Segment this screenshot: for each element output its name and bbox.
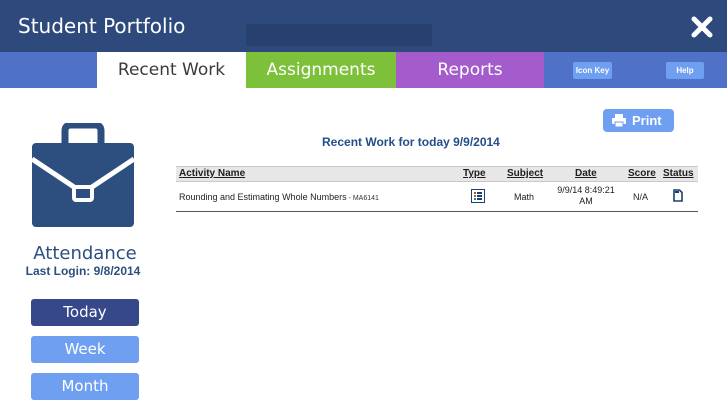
printer-icon [612,114,626,127]
score-cell: N/A [633,192,649,202]
print-button[interactable]: Print [603,109,674,132]
month-button[interactable]: Month [31,373,139,400]
tab-reports[interactable]: Reports [396,52,544,88]
title-bar: Student Portfolio [0,0,727,52]
recent-work-table: Activity Name Type Subject Date Score St… [176,166,698,212]
activity-name[interactable]: Rounding and Estimating Whole Numbers [179,192,347,202]
column-header-activity[interactable]: Activity Name [179,168,245,179]
help-button[interactable]: Help [666,62,704,79]
table-row[interactable]: Rounding and Estimating Whole Numbers - … [176,182,698,212]
icon-key-button[interactable]: Icon Key [573,62,612,79]
date-cell-line2: AM [579,196,593,206]
last-login-text: Last Login: 9/8/2014 [25,264,141,278]
activity-code: - MA6141 [346,195,379,202]
tab-bar: Recent Work Assignments Reports Icon Key… [0,52,727,88]
week-button[interactable]: Week [31,336,139,363]
worksheet-icon[interactable] [471,189,485,203]
briefcase-icon [32,123,134,227]
today-button[interactable]: Today [31,299,139,326]
close-icon[interactable] [691,16,713,38]
column-header-date[interactable]: Date [575,168,597,179]
document-icon[interactable] [673,189,683,202]
activity-name-cell[interactable]: Rounding and Estimating Whole Numbers - … [179,192,379,202]
table-header: Activity Name Type Subject Date Score St… [176,166,698,182]
column-header-status[interactable]: Status [663,168,694,179]
date-cell-line1: 9/9/14 8:49:21 [557,185,615,195]
column-header-subject[interactable]: Subject [507,168,543,179]
column-header-type[interactable]: Type [463,168,486,179]
title-placeholder-bar [246,24,432,46]
column-header-score[interactable]: Score [628,168,656,179]
tab-assignments[interactable]: Assignments [246,52,396,88]
tab-recent-work[interactable]: Recent Work [97,52,246,88]
subject-cell: Math [514,192,535,202]
print-label: Print [632,113,662,128]
page-heading: Recent Work for today 9/9/2014 [322,135,500,149]
attendance-label: Attendance [33,243,137,264]
app-title: Student Portfolio [18,14,186,38]
